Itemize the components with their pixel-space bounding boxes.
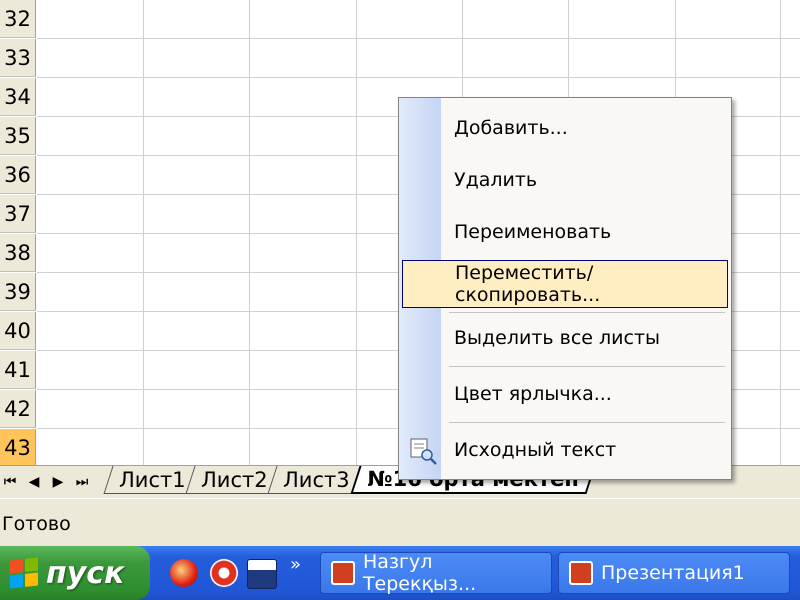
taskbar-button-1[interactable]: Назгул Терекқыз... bbox=[320, 551, 552, 595]
row-header[interactable]: 32 bbox=[0, 0, 36, 38]
start-label: пуск bbox=[46, 555, 125, 591]
menu-separator bbox=[449, 312, 725, 313]
start-button[interactable]: пуск bbox=[0, 546, 150, 600]
menu-separator bbox=[449, 366, 725, 367]
powerpoint-icon bbox=[569, 561, 593, 585]
row-header-selected[interactable]: 43 bbox=[0, 429, 36, 465]
row-header[interactable]: 33 bbox=[0, 39, 36, 77]
opera-icon[interactable] bbox=[170, 559, 198, 587]
menu-separator bbox=[449, 422, 725, 423]
row-header[interactable]: 36 bbox=[0, 156, 36, 194]
table-row[interactable]: 32 bbox=[0, 0, 800, 39]
menu-item-insert[interactable]: Добавить... bbox=[402, 104, 728, 152]
row-header[interactable]: 34 bbox=[0, 78, 36, 116]
taskbar-button-label: Презентация1 bbox=[601, 562, 745, 584]
menu-item-view-code[interactable]: Исходный текст bbox=[402, 426, 728, 474]
menu-item-tab-color[interactable]: Цвет ярлычка... bbox=[402, 370, 728, 418]
menu-item-rename[interactable]: Переименовать bbox=[402, 208, 728, 256]
menu-item-select-all-sheets[interactable]: Выделить все листы bbox=[402, 314, 728, 362]
table-row[interactable]: 33 bbox=[0, 39, 800, 78]
row-header[interactable]: 37 bbox=[0, 195, 36, 233]
next-sheet-icon[interactable]: ▶ bbox=[48, 468, 68, 496]
row-header[interactable]: 38 bbox=[0, 234, 36, 272]
row-cells[interactable] bbox=[37, 39, 800, 78]
menu-item-delete[interactable]: Удалить bbox=[402, 156, 728, 204]
taskbar: пуск » Назгул Терекқыз... Презентация1 bbox=[0, 546, 800, 600]
taskbar-button-2[interactable]: Презентация1 bbox=[558, 552, 790, 594]
menu-item-move-copy[interactable]: Переместить/скопировать... bbox=[402, 260, 728, 308]
row-header[interactable]: 40 bbox=[0, 312, 36, 350]
row-cells[interactable] bbox=[37, 0, 800, 39]
view-code-icon bbox=[410, 438, 437, 465]
last-sheet-icon[interactable]: ⏭ bbox=[72, 468, 92, 496]
office-icon[interactable] bbox=[210, 559, 238, 587]
windows-logo-icon bbox=[10, 557, 38, 589]
floppy-icon[interactable] bbox=[247, 559, 277, 589]
taskbar-button-label: Назгул Терекқыз... bbox=[362, 551, 477, 595]
prev-sheet-icon[interactable]: ◀ bbox=[24, 468, 44, 496]
quicklaunch-overflow[interactable]: » bbox=[290, 554, 301, 575]
row-header[interactable]: 35 bbox=[0, 117, 36, 155]
row-header[interactable]: 41 bbox=[0, 351, 36, 389]
status-text: Готово bbox=[2, 513, 71, 535]
status-bar: Готово bbox=[0, 498, 800, 546]
context-menu: Добавить... Удалить Переименовать Переме… bbox=[398, 97, 732, 480]
row-header[interactable]: 42 bbox=[0, 390, 36, 428]
first-sheet-icon[interactable]: ⏮ bbox=[0, 468, 20, 496]
sheet-tab-3[interactable]: Лист3 bbox=[267, 466, 366, 494]
powerpoint-icon bbox=[331, 561, 355, 585]
row-header[interactable]: 39 bbox=[0, 273, 36, 311]
